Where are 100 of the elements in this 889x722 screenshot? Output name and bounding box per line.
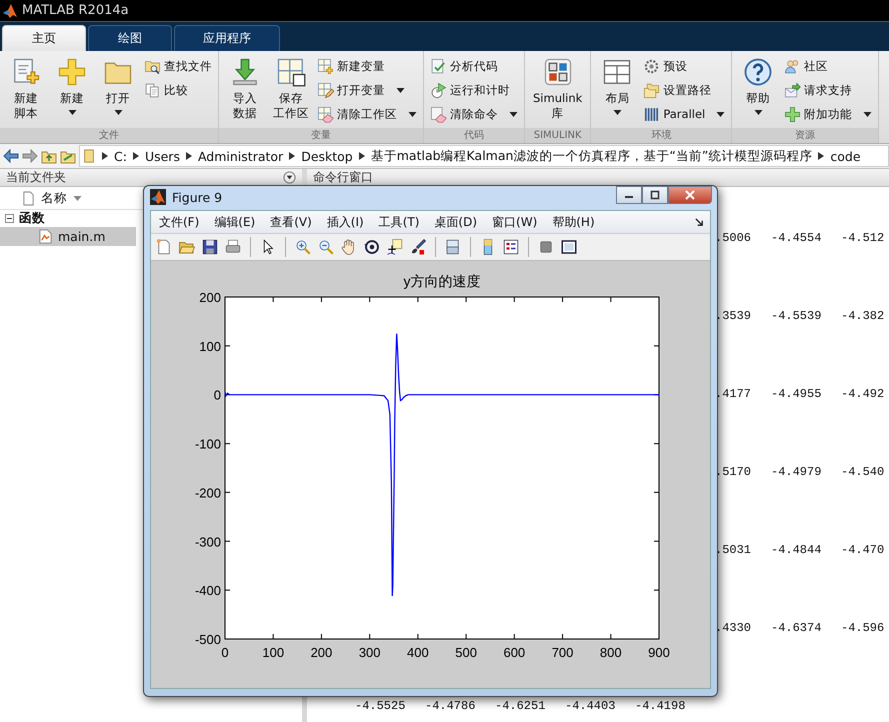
ribbon-button[interactable]: 请求支持: [784, 79, 872, 101]
vertical-bars-icon: [643, 106, 660, 122]
table-disk-icon: [276, 57, 306, 87]
menu-item[interactable]: 插入(I): [326, 214, 364, 230]
sort-caret-icon: [73, 196, 82, 200]
output-number: -4.4403: [565, 699, 616, 715]
address-field[interactable]: C: Users Administrator Desktop 基于matlab编程Kalman滤波的一个仿真程序，基于“当前”统计模型源码程序 code: [79, 145, 889, 167]
blocks-icon: [542, 57, 573, 87]
back-arrow-icon[interactable]: [3, 148, 19, 164]
tick-label: -100: [194, 436, 221, 452]
output-number: -4.596: [841, 621, 884, 637]
ribbon-button[interactable]: 清除命令: [430, 103, 518, 125]
figure-title: Figure 9: [172, 190, 222, 204]
table-eraser-icon: [317, 106, 334, 122]
column-header[interactable]: 名称: [41, 190, 67, 206]
menu-item[interactable]: 文件(F): [159, 214, 200, 230]
document-eraser-icon: [430, 106, 447, 122]
output-number: -4.382: [841, 309, 884, 325]
minimize-button[interactable]: [616, 186, 642, 204]
path-segment[interactable]: Desktop: [301, 148, 353, 164]
legend-icon[interactable]: [502, 238, 520, 256]
tick-label: 500: [455, 645, 477, 660]
tick-label: 100: [262, 645, 284, 660]
zoom-in-icon[interactable]: [294, 238, 312, 256]
ribbon-button[interactable]: Simulink 库: [531, 55, 584, 128]
ribbon-button[interactable]: 查找文件: [144, 55, 212, 77]
tick-label: -500: [194, 632, 221, 647]
ribbon-button[interactable]: 附加功能: [784, 103, 872, 125]
group-label: SIMULINK: [525, 128, 590, 143]
menu-item[interactable]: 查看(V): [270, 214, 312, 230]
expander-icon[interactable]: [5, 214, 14, 223]
ribbon-button[interactable]: 帮助: [738, 55, 778, 128]
forward-arrow-icon[interactable]: [22, 148, 38, 164]
path-segment[interactable]: Users: [144, 148, 180, 164]
tree-item[interactable]: main.m: [0, 227, 136, 246]
document-check-icon: [430, 58, 447, 74]
stopwatch-play-icon: [430, 82, 447, 98]
close-button[interactable]: [668, 186, 712, 204]
menu-item[interactable]: 工具(T): [378, 214, 420, 230]
ribbon-button[interactable]: Parallel: [643, 103, 726, 125]
zoom-out-icon[interactable]: [317, 238, 335, 256]
chart-title: y方向的速度: [404, 273, 480, 289]
envelope-arrow-icon: [784, 82, 802, 98]
brush-icon[interactable]: [409, 238, 427, 256]
tick-label: -200: [194, 485, 221, 500]
document-plus-icon: [11, 57, 41, 87]
ribbon-tab[interactable]: 主页: [2, 25, 86, 51]
output-number: .5031: [715, 543, 752, 559]
ribbon-button[interactable]: 运行和计时: [430, 79, 518, 101]
ribbon-button[interactable]: 分析代码: [430, 55, 518, 77]
ribbon-tab[interactable]: 绘图: [88, 25, 172, 51]
frame-icon[interactable]: [560, 238, 578, 256]
ribbon-button[interactable]: 比较: [144, 79, 212, 101]
ribbon-button[interactable]: 社区: [784, 55, 872, 77]
path-segment[interactable]: code: [830, 148, 861, 164]
ribbon-button[interactable]: 设置路径: [643, 79, 726, 101]
path-segment[interactable]: Administrator: [198, 148, 284, 164]
group-label: 资源: [732, 128, 878, 143]
rotate-icon[interactable]: [363, 238, 381, 256]
window-title: MATLAB R2014a: [22, 3, 129, 18]
table-plus-icon: [317, 58, 334, 74]
tick-label: 300: [358, 645, 381, 660]
tree-item[interactable]: 函数: [0, 210, 136, 227]
output-number: .3539: [715, 309, 752, 325]
menu-item[interactable]: 帮助(H): [552, 214, 595, 230]
ribbon-button[interactable]: 清除工作区: [317, 103, 417, 125]
output-number: -4.4955: [771, 387, 822, 403]
data-cursor-icon[interactable]: [386, 238, 404, 256]
ribbon-button[interactable]: 新建 脚本: [6, 55, 46, 128]
panel-title: 命令行窗口: [313, 169, 373, 186]
ribbon-tab[interactable]: 应用程序: [174, 25, 280, 51]
ribbon-button[interactable]: 布局: [597, 55, 638, 128]
menu-item[interactable]: 编辑(E): [214, 214, 256, 230]
output-number: -4.5539: [771, 309, 822, 325]
ribbon-button[interactable]: 新建: [52, 55, 92, 128]
ribbon-button[interactable]: 新建变量: [317, 55, 417, 77]
plus-icon: [57, 57, 87, 87]
dropdown-circle-icon[interactable]: [283, 171, 296, 184]
chevron-icon: [289, 152, 296, 160]
tick-label: -400: [194, 583, 221, 598]
dock-arrow-icon[interactable]: [695, 218, 704, 226]
ribbon-button[interactable]: 预设: [643, 55, 726, 77]
menu-item[interactable]: 桌面(D): [434, 214, 478, 230]
ribbon-button[interactable]: 打开变量: [317, 79, 417, 101]
output-number: -4.470: [841, 543, 884, 559]
path-segment[interactable]: C:: [114, 148, 127, 164]
output-number: -4.6374: [771, 621, 822, 637]
output-number: -4.5525: [355, 699, 406, 715]
down-arrow-tray-icon: [230, 57, 260, 87]
ribbon-button[interactable]: 保存 工作区: [271, 55, 311, 128]
maximize-button[interactable]: [642, 186, 668, 204]
tick-label: 700: [552, 645, 574, 660]
menu-item[interactable]: 窗口(W): [492, 214, 538, 230]
ribbon-button[interactable]: 导入 数据: [225, 55, 265, 128]
ribbon-button[interactable]: 打开: [98, 55, 138, 128]
path-segment[interactable]: 基于matlab编程Kalman滤波的一个仿真程序，基于“当前”统计模型源码程序: [370, 148, 812, 164]
tick-label: 200: [199, 290, 221, 305]
layout-grid-icon: [602, 57, 632, 87]
tick-label: 0: [221, 645, 229, 660]
output-number: -4.4554: [771, 231, 822, 247]
